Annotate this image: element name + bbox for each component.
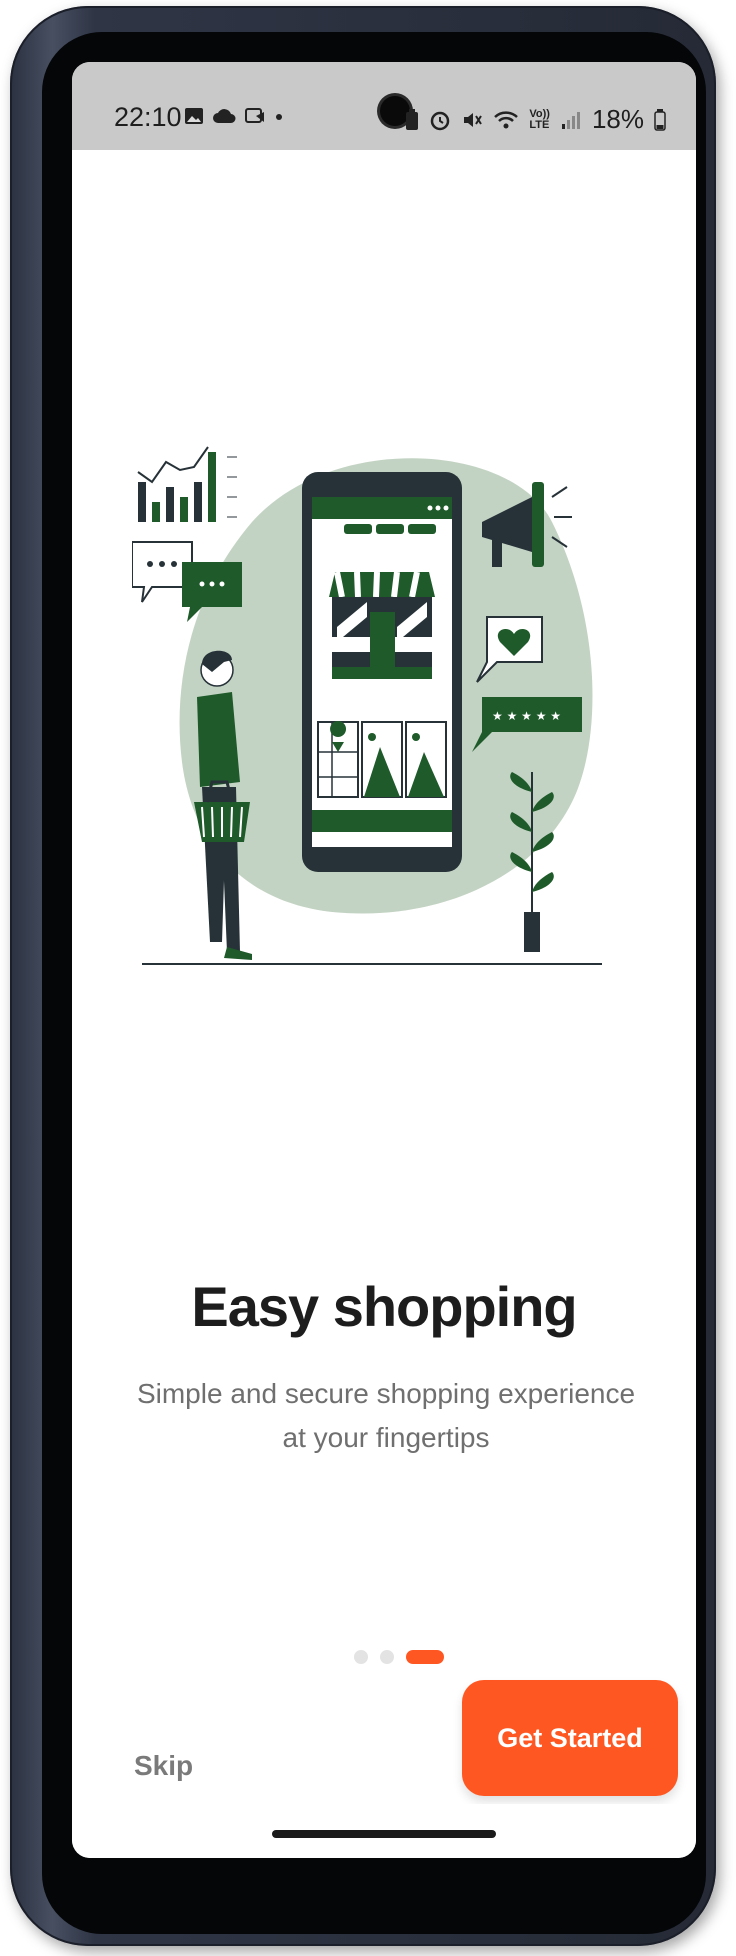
- nav-bar: [72, 1804, 696, 1858]
- mute-icon: [464, 112, 483, 127]
- gallery-icon: [185, 108, 203, 124]
- page-dot-2[interactable]: [380, 1650, 394, 1664]
- get-started-button[interactable]: Get Started: [462, 1680, 678, 1796]
- alarm-icon: [431, 111, 450, 130]
- signal-icon: [561, 111, 580, 129]
- volte-label-bottom: LTE: [529, 118, 550, 131]
- page-dot-1[interactable]: [354, 1650, 368, 1664]
- wifi-icon: [494, 110, 519, 128]
- battery-percent: 18%: [591, 104, 644, 134]
- battery-icon: [654, 108, 666, 131]
- volte-label-top: Vo)): [529, 107, 550, 120]
- bar-chart-icon: [137, 446, 237, 522]
- status-time: 22:10: [114, 102, 182, 132]
- screen-record-icon: [245, 108, 264, 123]
- page-dot-3-active[interactable]: [406, 1650, 444, 1664]
- status-right-icons: Vo)) LTE 18%: [405, 104, 666, 135]
- status-bar: 22:10 Vo)) LTE 18%: [72, 62, 696, 150]
- shopping-illustration: ★ ★ ★ ★ ★: [132, 446, 602, 965]
- skip-button[interactable]: Skip: [134, 1750, 193, 1782]
- page-indicator: [354, 1650, 444, 1664]
- onboarding-subtitle: Simple and secure shopping experience at…: [136, 1378, 636, 1453]
- volte-icon: Vo)) LTE: [529, 107, 550, 131]
- status-left-icons: [184, 106, 284, 126]
- onboarding-title: Easy shopping: [191, 1275, 577, 1338]
- cloud-icon: [213, 109, 236, 123]
- app-screen: 22:10 Vo)) LTE 18% ★ ★ ★ ★ ★ Easy shoppi…: [72, 62, 696, 1858]
- battery-saver-icon: [406, 108, 419, 130]
- dot-icon: [276, 114, 282, 120]
- svg-text:★ ★ ★ ★ ★: ★ ★ ★ ★ ★: [492, 709, 561, 723]
- gesture-handle[interactable]: [272, 1830, 496, 1838]
- illustration-phone: [302, 472, 462, 872]
